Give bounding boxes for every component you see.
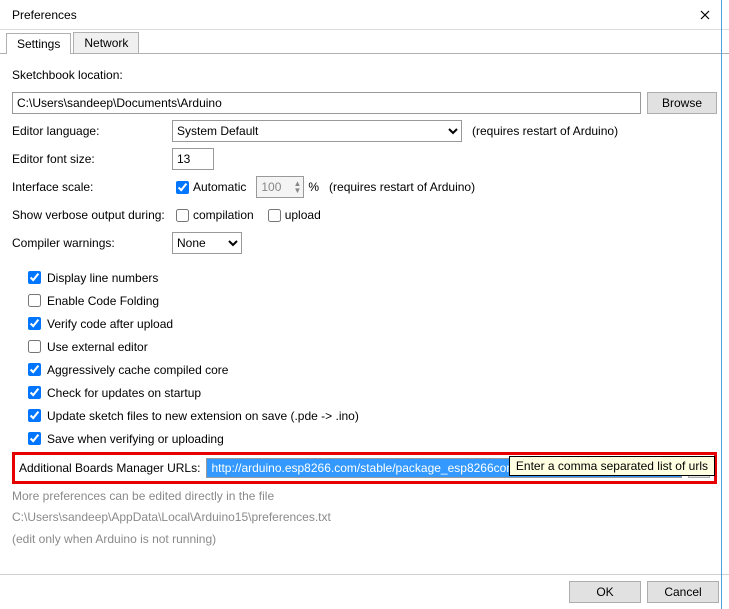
cb-save-verify-label: Save when verifying or uploading: [47, 432, 224, 446]
close-icon: [700, 10, 710, 20]
cancel-button[interactable]: Cancel: [647, 581, 719, 603]
fontsize-label: Editor font size:: [12, 152, 172, 166]
verbose-label: Show verbose output during:: [12, 208, 172, 222]
cb-check-updates[interactable]: [28, 386, 41, 399]
scale-hint: (requires restart of Arduino): [329, 180, 475, 194]
spinner-arrows-icon: ▲▼: [293, 180, 303, 194]
boards-url-label: Additional Boards Manager URLs:: [19, 461, 200, 475]
scale-spinner: 100 ▲▼: [256, 176, 304, 198]
sketchbook-path-input[interactable]: [12, 92, 641, 114]
verbose-compilation-checkbox[interactable]: [176, 209, 189, 222]
cb-save-verify[interactable]: [28, 432, 41, 445]
scale-label: Interface scale:: [12, 180, 172, 194]
scale-auto-label: Automatic: [193, 180, 246, 194]
cb-line-numbers-label: Display line numbers: [47, 271, 158, 285]
cb-update-ext[interactable]: [28, 409, 41, 422]
cb-cache-core-label: Aggressively cache compiled core: [47, 363, 228, 377]
scale-auto-checkbox[interactable]: [176, 181, 189, 194]
cb-cache-core[interactable]: [28, 363, 41, 376]
tab-settings[interactable]: Settings: [6, 33, 71, 54]
language-select[interactable]: System Default: [172, 120, 462, 142]
language-hint: (requires restart of Arduino): [472, 124, 618, 138]
dialog-footer: OK Cancel: [0, 574, 729, 609]
warnings-select[interactable]: None: [172, 232, 242, 254]
title-bar: Preferences: [0, 0, 729, 30]
scale-percent: %: [308, 180, 319, 194]
verbose-upload-checkbox[interactable]: [268, 209, 281, 222]
more-prefs-line1: More preferences can be edited directly …: [12, 488, 717, 505]
settings-panel: Sketchbook location: Browse Editor langu…: [0, 54, 729, 560]
verbose-upload-label: upload: [285, 208, 321, 222]
boards-url-tooltip: Enter a comma separated list of urls: [509, 456, 715, 476]
more-prefs-path: C:\Users\sandeep\AppData\Local\Arduino15…: [12, 509, 717, 526]
cb-update-ext-label: Update sketch files to new extension on …: [47, 409, 359, 423]
cb-external-editor[interactable]: [28, 340, 41, 353]
cb-external-editor-label: Use external editor: [47, 340, 148, 354]
cb-line-numbers[interactable]: [28, 271, 41, 284]
tab-bar: Settings Network: [0, 30, 729, 54]
ok-button[interactable]: OK: [569, 581, 641, 603]
cb-verify-upload[interactable]: [28, 317, 41, 330]
cb-verify-upload-label: Verify code after upload: [47, 317, 173, 331]
fontsize-input[interactable]: [172, 148, 214, 170]
warnings-label: Compiler warnings:: [12, 236, 172, 250]
more-prefs-line3: (edit only when Arduino is not running): [12, 531, 717, 548]
browse-button[interactable]: Browse: [647, 92, 717, 114]
language-label: Editor language:: [12, 124, 172, 138]
close-button[interactable]: [685, 1, 725, 29]
sketchbook-label: Sketchbook location:: [12, 68, 123, 82]
verbose-compilation-label: compilation: [193, 208, 254, 222]
tab-network[interactable]: Network: [73, 32, 139, 53]
cb-code-folding[interactable]: [28, 294, 41, 307]
cb-code-folding-label: Enable Code Folding: [47, 294, 159, 308]
cb-check-updates-label: Check for updates on startup: [47, 386, 201, 400]
window-title: Preferences: [12, 8, 77, 22]
